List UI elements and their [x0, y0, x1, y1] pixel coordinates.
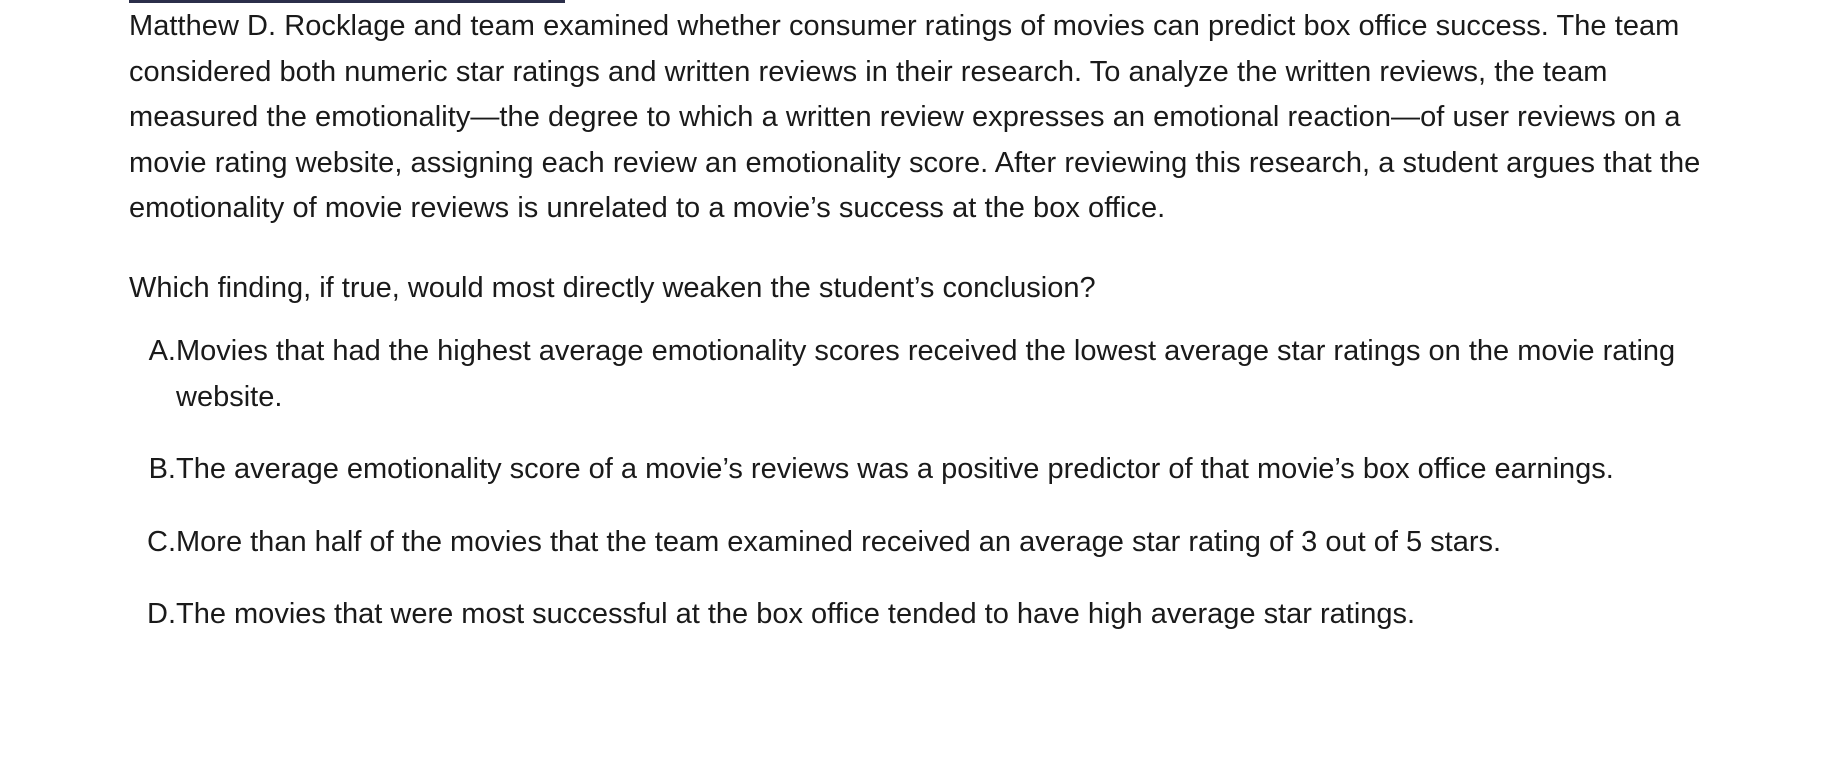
choice-a[interactable]: A. Movies that had the highest average e…: [129, 329, 1719, 420]
question-prompt: Which finding, if true, would most direc…: [129, 271, 1096, 304]
top-divider: [129, 0, 565, 3]
choice-b[interactable]: B. The average emotionality score of a m…: [129, 447, 1719, 493]
answer-choices: A. Movies that had the highest average e…: [129, 329, 1719, 638]
choice-text: More than half of the movies that the te…: [176, 525, 1502, 558]
choice-d[interactable]: D. The movies that were most successful …: [129, 592, 1719, 638]
choice-letter: B.: [148, 453, 176, 485]
choice-letter: D.: [147, 598, 176, 630]
choice-letter: C.: [147, 525, 176, 558]
question-content: Matthew D. Rocklage and team examined wh…: [129, 4, 1719, 665]
choice-text: The movies that were most successful at …: [176, 598, 1416, 630]
choice-text: Movies that had the highest average emot…: [176, 335, 1676, 413]
passage-text: Matthew D. Rocklage and team examined wh…: [129, 10, 1701, 224]
choice-c[interactable]: C. More than half of the movies that the…: [129, 520, 1719, 566]
choice-letter: A.: [148, 335, 176, 367]
choice-text: The average emotionality score of a movi…: [176, 453, 1614, 485]
